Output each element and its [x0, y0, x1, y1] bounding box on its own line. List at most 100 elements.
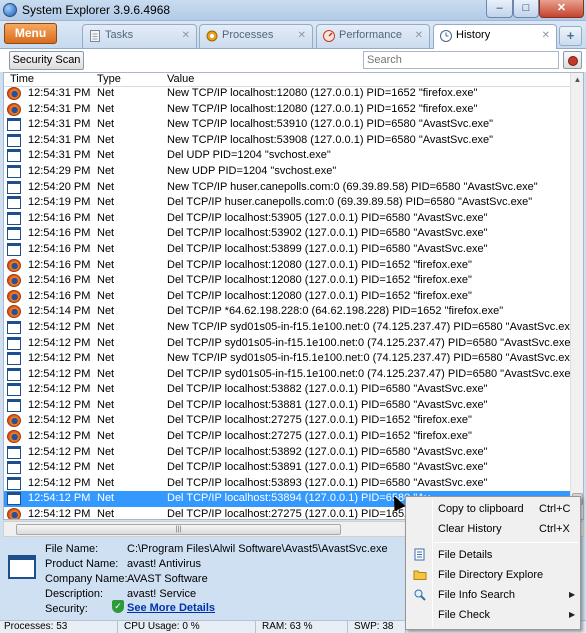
- network-window-icon: [7, 180, 21, 194]
- row-type: Net: [97, 164, 115, 177]
- document-icon: [90, 30, 100, 42]
- tab-history[interactable]: History ✕: [433, 24, 557, 49]
- menu-item-label: File Info Search: [438, 589, 516, 601]
- row-value: Del TCP/IP localhost:53902 (127.0.0.1) P…: [167, 227, 488, 240]
- tab-bar: Menu Tasks ✕ Processes ✕ Performance ✕ H…: [0, 21, 586, 49]
- minimize-button[interactable]: –: [486, 0, 513, 18]
- row-type: Net: [97, 211, 115, 224]
- row-value: New TCP/IP localhost:53908 (127.0.0.1) P…: [167, 133, 494, 146]
- row-type: Net: [97, 289, 115, 302]
- scroll-up-icon[interactable]: ▲: [571, 73, 583, 87]
- menu-item-file-directory-explore[interactable]: File Directory Explore: [408, 565, 578, 585]
- status-processes: Processes: 53: [0, 621, 118, 633]
- tab-close-icon[interactable]: ✕: [542, 25, 550, 46]
- row-value: Del TCP/IP localhost:27275 (127.0.0.1) P…: [167, 430, 472, 443]
- tab-performance[interactable]: Performance ✕: [316, 24, 430, 48]
- network-window-icon: [7, 398, 21, 412]
- menu-item-file-info-search[interactable]: File Info Search ▶: [408, 585, 578, 605]
- column-time[interactable]: Time: [10, 73, 34, 86]
- row-type: Net: [97, 336, 115, 349]
- menu-button[interactable]: Menu: [4, 23, 57, 44]
- folder-icon: [413, 570, 427, 580]
- row-type: Net: [97, 149, 115, 162]
- column-value[interactable]: Value: [167, 73, 194, 86]
- table-row[interactable]: 12:54:12 PM Net Del TCP/IP localhost:27275…: [4, 413, 570, 429]
- tab-close-icon[interactable]: ✕: [182, 25, 190, 46]
- row-type: Net: [97, 476, 115, 489]
- tab-tasks[interactable]: Tasks ✕: [82, 24, 197, 48]
- table-row[interactable]: 12:54:31 PM Net New TCP/IP localhost:12080…: [4, 102, 570, 118]
- network-window-icon: [7, 383, 21, 397]
- tab-processes[interactable]: Processes ✕: [199, 24, 313, 48]
- menu-item-clear-history[interactable]: Clear History Ctrl+X: [408, 519, 578, 539]
- table-row[interactable]: 12:54:12 PM Net Del TCP/IP syd01s05-in-f15…: [4, 367, 574, 383]
- table-row[interactable]: 12:54:12 PM Net Del TCP/IP localhost:53893…: [4, 476, 570, 492]
- table-row[interactable]: 12:54:16 PM Net Del TCP/IP localhost:53899…: [4, 242, 570, 258]
- table-row[interactable]: 12:54:16 PM Net Del TCP/IP localhost:12080…: [4, 273, 570, 289]
- table-row[interactable]: 12:54:16 PM Net Del TCP/IP localhost:53905…: [4, 211, 570, 227]
- menu-item-copy-to-clipboard[interactable]: Copy to clipboard Ctrl+C: [408, 499, 578, 519]
- table-row[interactable]: 12:54:12 PM Net New TCP/IP syd01s05-in-f15…: [4, 351, 580, 367]
- tab-close-icon[interactable]: ✕: [298, 25, 306, 46]
- table-row[interactable]: 12:54:31 PM Net New TCP/IP localhost:12080…: [4, 86, 570, 102]
- table-row[interactable]: 12:54:31 PM Net New TCP/IP localhost:53910…: [4, 117, 570, 133]
- tab-close-icon[interactable]: ✕: [415, 25, 423, 46]
- network-window-icon: [7, 227, 21, 241]
- add-tab-button[interactable]: +: [559, 26, 582, 46]
- row-value: Del TCP/IP localhost:53905 (127.0.0.1) P…: [167, 211, 488, 224]
- window-title: System Explorer 3.9.6.4968: [22, 3, 171, 17]
- row-time: 12:54:31 PM: [28, 87, 91, 99]
- horizontal-scroll-thumb[interactable]: |||: [16, 524, 341, 535]
- title-bar[interactable]: System Explorer 3.9.6.4968 – □ ✕: [0, 0, 586, 21]
- table-row[interactable]: 12:54:12 PM Net Del TCP/IP localhost:53881…: [4, 398, 570, 414]
- menu-item-shortcut: Ctrl+C: [539, 503, 571, 515]
- row-value: Del TCP/IP localhost:53899 (127.0.0.1) P…: [167, 242, 488, 255]
- row-time: 12:54:16 PM: [28, 211, 91, 224]
- row-type: Net: [97, 118, 115, 131]
- security-scan-button[interactable]: Security Scan: [9, 51, 84, 70]
- row-time: 12:54:12 PM: [28, 414, 91, 427]
- menu-item-file-check[interactable]: File Check ▶: [408, 605, 578, 625]
- close-button[interactable]: ✕: [539, 0, 584, 18]
- table-row[interactable]: 12:54:16 PM Net Del TCP/IP localhost:12080…: [4, 289, 570, 305]
- table-row[interactable]: 12:54:12 PM Net Del TCP/IP localhost:27275…: [4, 429, 570, 445]
- see-more-details-link[interactable]: See More Details: [127, 602, 215, 614]
- table-row[interactable]: 12:54:31 PM Net Del UDP PID=1204 "svchost.…: [4, 148, 570, 164]
- firefox-icon: [7, 305, 21, 319]
- table-row[interactable]: 12:54:29 PM Net New UDP PID=1204 "svchost.…: [4, 164, 570, 180]
- table-row[interactable]: 12:54:12 PM Net Del TCP/IP localhost:53892…: [4, 445, 570, 461]
- maximize-button[interactable]: □: [513, 0, 539, 18]
- row-type: Net: [97, 445, 115, 458]
- row-type: Net: [97, 367, 115, 380]
- table-row[interactable]: 12:54:12 PM Net Del TCP/IP localhost:53882…: [4, 382, 570, 398]
- search-options-button[interactable]: [563, 51, 582, 69]
- network-window-icon: [7, 149, 21, 163]
- table-row[interactable]: 12:54:12 PM Net New TCP/IP syd01s05-in-f15…: [4, 320, 580, 336]
- table-row[interactable]: 12:54:16 PM Net Del TCP/IP localhost:53902…: [4, 226, 570, 242]
- table-row[interactable]: 12:54:31 PM Net New TCP/IP localhost:53908…: [4, 133, 570, 149]
- description-label: Description:: [45, 588, 104, 600]
- row-type: Net: [97, 398, 115, 411]
- history-list[interactable]: Time Type Value 12:54:31 PM Net New TCP/IP…: [3, 72, 584, 520]
- row-time: 12:54:16 PM: [28, 258, 91, 271]
- table-row[interactable]: 12:54:12 PM Net Del TCP/IP localhost:53891…: [4, 460, 570, 476]
- menu-item-label: File Directory Explore: [438, 569, 544, 581]
- table-row[interactable]: 12:54:16 PM Net Del TCP/IP localhost:12080…: [4, 258, 570, 274]
- search-input[interactable]: [363, 51, 559, 69]
- column-type[interactable]: Type: [97, 73, 121, 86]
- table-row[interactable]: 12:54:20 PM Net New TCP/IP huser.canepolls…: [4, 180, 570, 196]
- list-header: Time Type Value: [4, 73, 570, 87]
- row-time: 12:54:31 PM: [28, 118, 91, 131]
- row-time: 12:54:12 PM: [28, 476, 91, 489]
- menu-separator: [434, 542, 578, 543]
- table-row[interactable]: 12:54:12 PM Net Del TCP/IP syd01s05-in-f15…: [4, 336, 574, 352]
- row-time: 12:54:16 PM: [28, 274, 91, 287]
- menu-item-label: File Check: [438, 609, 490, 621]
- table-row[interactable]: 12:54:14 PM Net Del TCP/IP *64.62.198.228:…: [4, 304, 570, 320]
- table-row[interactable]: 12:54:19 PM Net Del TCP/IP huser.canepolls…: [4, 195, 570, 211]
- vertical-scrollbar[interactable]: ▲ ▼: [570, 73, 583, 519]
- magnifier-icon: [414, 589, 426, 601]
- menu-item-file-details[interactable]: File Details: [408, 545, 578, 565]
- row-type: Net: [97, 414, 115, 427]
- row-value: Del TCP/IP syd01s05-in-f15.1e100.net:0 (…: [167, 367, 575, 380]
